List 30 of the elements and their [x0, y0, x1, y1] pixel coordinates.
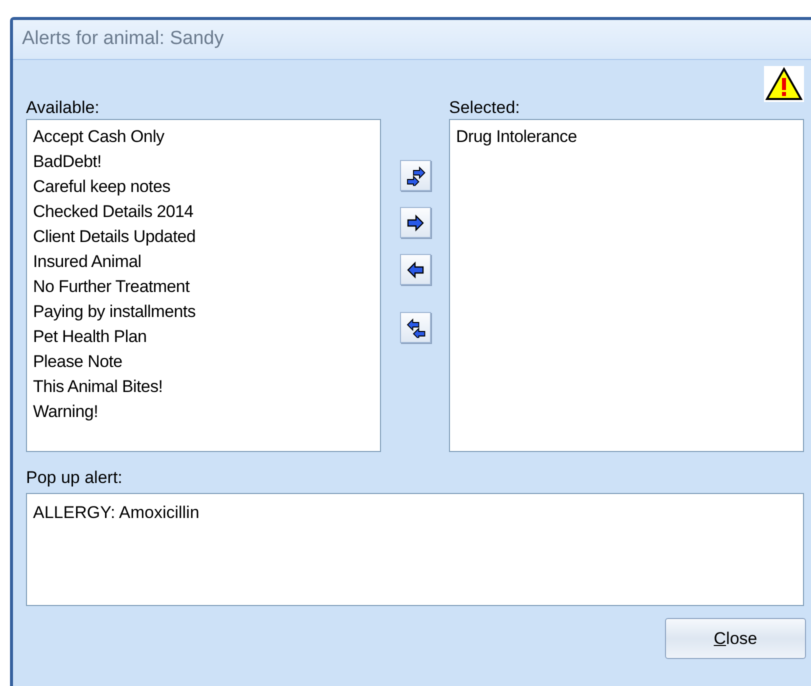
list-item[interactable]: Paying by installments	[33, 299, 374, 324]
available-label: Available:	[26, 98, 100, 118]
list-item[interactable]: Drug Intolerance	[456, 124, 797, 149]
popup-alert-field[interactable]: ALLERGY: Amoxicillin	[26, 493, 804, 606]
selected-label: Selected:	[449, 98, 521, 118]
list-item[interactable]: Insured Animal	[33, 249, 374, 274]
list-item[interactable]: BadDebt!	[33, 149, 374, 174]
list-item[interactable]: Checked Details 2014	[33, 199, 374, 224]
double-left-arrow-icon	[404, 317, 426, 338]
list-item[interactable]: Please Note	[33, 349, 374, 374]
popup-alert-label: Pop up alert:	[26, 468, 124, 488]
list-item[interactable]: No Further Treatment	[33, 274, 374, 299]
list-item[interactable]: Careful keep notes	[33, 174, 374, 199]
list-item[interactable]: Client Details Updated	[33, 224, 374, 249]
list-item[interactable]: Pet Health Plan	[33, 324, 374, 349]
left-arrow-icon	[404, 259, 426, 280]
available-list[interactable]	[26, 119, 381, 452]
list-item[interactable]: Warning!	[33, 399, 374, 424]
right-arrow-icon	[404, 212, 426, 233]
transfer-button[interactable]	[400, 160, 430, 191]
transfer-button[interactable]	[400, 312, 430, 343]
warning-icon	[764, 66, 804, 102]
transfer-button[interactable]	[400, 254, 430, 285]
transfer-button[interactable]	[400, 207, 430, 238]
double-right-arrow-icon	[404, 165, 426, 186]
window-title: Alerts for animal: Sandy	[22, 27, 224, 52]
selected-list[interactable]: Drug Intolerance	[449, 119, 804, 452]
list-item[interactable]: Accept Cash Only	[33, 124, 374, 149]
list-item[interactable]: This Animal Bites!	[33, 374, 374, 399]
close-button[interactable]: Close	[665, 618, 806, 659]
